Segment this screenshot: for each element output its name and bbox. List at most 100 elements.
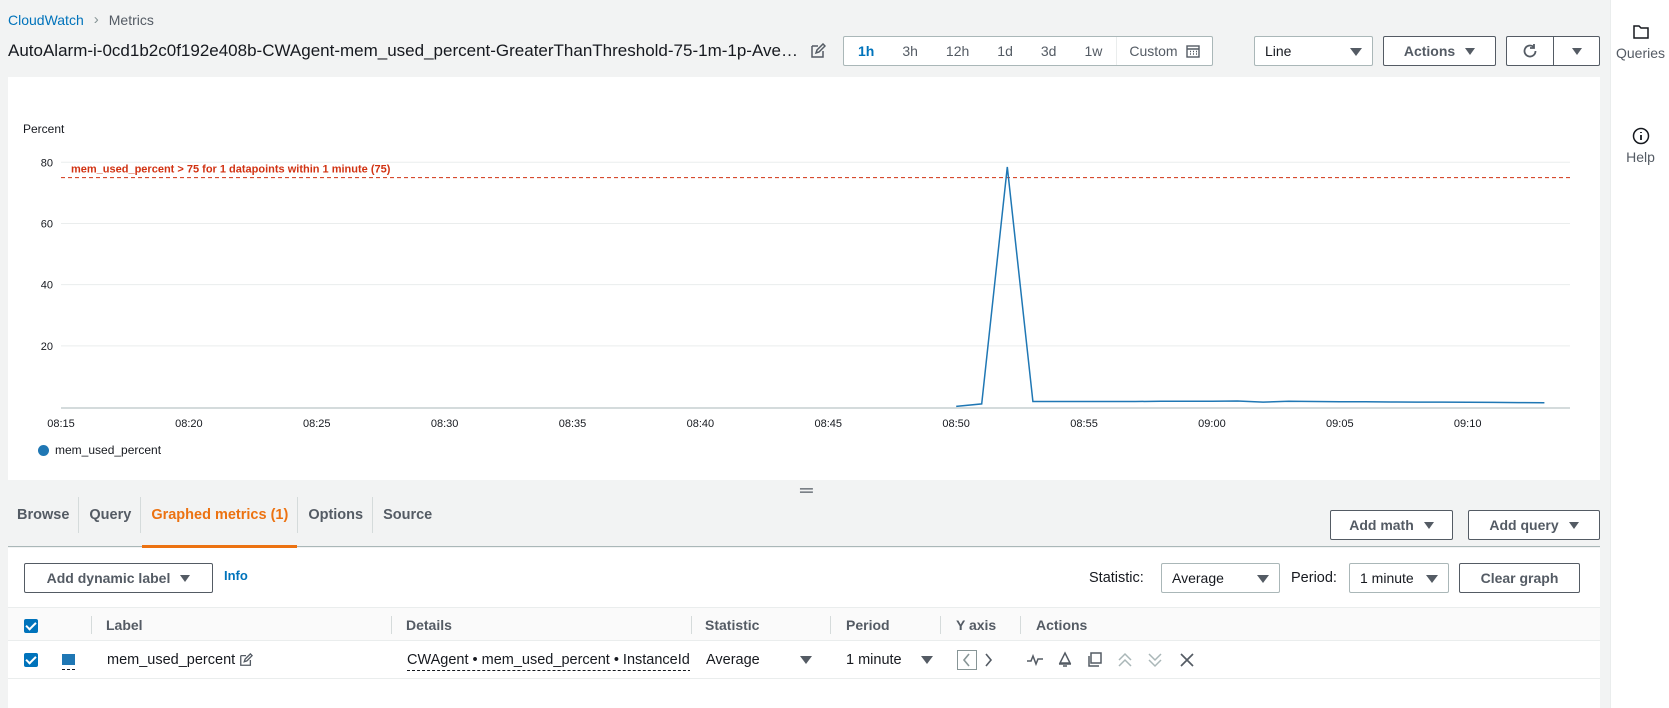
x-tick-label: 08:50: [942, 418, 970, 430]
add-math-label: Add math: [1349, 517, 1414, 533]
statistic-select[interactable]: Average: [1161, 563, 1280, 593]
y-tick-label: 20: [41, 341, 53, 353]
statistic-value: Average: [1172, 570, 1224, 586]
statistic-label: Statistic:: [1089, 570, 1144, 586]
calendar-icon: [1185, 45, 1200, 58]
chevron-down-icon: [1350, 48, 1362, 56]
caret-down-icon: [1571, 48, 1582, 55]
refresh-button[interactable]: [1506, 36, 1554, 66]
time-range-1w[interactable]: 1w: [1070, 37, 1116, 65]
series-color-swatch[interactable]: [62, 654, 75, 665]
caret-down-icon: [1568, 522, 1579, 529]
time-range-12h[interactable]: 12h: [932, 37, 983, 65]
tab-graphed-metrics[interactable]: Graphed metrics (1): [142, 497, 299, 548]
column-header-y-axis[interactable]: Y axis: [956, 608, 996, 642]
period-label: Period:: [1291, 570, 1337, 586]
table-row: mem_used_percent CWAgent • mem_used_perc…: [8, 641, 1600, 679]
table-header: Label Details Statistic Period Y axis Ac…: [8, 607, 1600, 641]
actions-label: Actions: [1403, 43, 1456, 59]
x-tick-label: 08:25: [303, 418, 331, 430]
breadcrumb-separator-icon: ›: [93, 11, 99, 28]
row-label: mem_used_percent: [107, 652, 236, 668]
column-divider: [91, 616, 92, 634]
clear-graph-button[interactable]: Clear graph: [1459, 563, 1580, 593]
tab-source[interactable]: Source: [374, 497, 441, 533]
column-header-statistic[interactable]: Statistic: [705, 608, 759, 642]
column-divider: [391, 616, 392, 634]
edit-label-icon[interactable]: [239, 653, 253, 667]
chart-legend[interactable]: mem_used_percent: [38, 443, 161, 457]
period-select[interactable]: 1 minute: [1349, 563, 1449, 593]
chevron-down-icon[interactable]: [800, 656, 812, 664]
queries-panel-button[interactable]: Queries: [1611, 23, 1669, 61]
y-tick-label: 40: [41, 280, 53, 292]
time-range-selector: 1h 3h 12h 1d 3d 1w Custom: [843, 36, 1213, 66]
time-range-3d[interactable]: 3d: [1027, 37, 1071, 65]
row-details[interactable]: CWAgent • mem_used_percent • InstanceId:…: [407, 641, 690, 679]
alarm-bell-icon[interactable]: [1056, 651, 1074, 669]
time-range-1h[interactable]: 1h: [844, 37, 888, 65]
add-query-button[interactable]: Add query: [1468, 510, 1600, 540]
view-type-value: Line: [1265, 43, 1292, 59]
period-value: 1 minute: [1360, 570, 1414, 586]
row-details-text: CWAgent • mem_used_percent • InstanceId:…: [407, 650, 690, 671]
caret-down-icon: [1465, 48, 1476, 55]
tab-query[interactable]: Query: [80, 497, 142, 533]
y-axis-right-icon[interactable]: [982, 650, 996, 670]
y-tick-label: 60: [41, 218, 53, 230]
x-tick-label: 08:30: [431, 418, 459, 430]
help-panel-button[interactable]: Help: [1611, 127, 1669, 165]
x-tick-label: 08:45: [815, 418, 843, 430]
help-label: Help: [1626, 149, 1655, 165]
y-axis-left-icon[interactable]: [957, 650, 977, 670]
caret-down-icon: [180, 575, 191, 582]
x-tick-label: 08:15: [47, 418, 75, 430]
queries-label: Queries: [1615, 45, 1666, 61]
x-tick-label: 08:35: [559, 418, 587, 430]
column-header-details[interactable]: Details: [406, 608, 452, 642]
page-title: AutoAlarm-i-0cd1b2c0f192e408b-CWAgent-me…: [8, 41, 798, 60]
move-up-icon[interactable]: [1116, 651, 1134, 669]
info-link[interactable]: Info: [224, 568, 248, 583]
chevron-down-icon: [1257, 575, 1269, 583]
time-range-custom[interactable]: Custom: [1116, 37, 1211, 65]
tab-options[interactable]: Options: [299, 497, 374, 533]
right-side-panel: Queries Help: [1610, 0, 1669, 708]
x-tick-label: 08:20: [175, 418, 203, 430]
add-dynamic-label-button[interactable]: Add dynamic label: [24, 563, 213, 593]
row-checkbox[interactable]: [24, 653, 38, 667]
edit-icon[interactable]: [810, 43, 826, 59]
column-divider: [691, 616, 692, 634]
time-range-3h[interactable]: 3h: [888, 37, 932, 65]
custom-label: Custom: [1129, 43, 1178, 59]
column-divider: [940, 616, 941, 634]
add-math-button[interactable]: Add math: [1330, 510, 1453, 540]
threshold-label: mem_used_percent > 75 for 1 datapoints w…: [71, 164, 391, 176]
refresh-icon: [1523, 44, 1537, 58]
move-down-icon[interactable]: [1146, 651, 1164, 669]
select-all-checkbox[interactable]: [24, 619, 38, 633]
breadcrumb-current: Metrics: [108, 11, 154, 28]
actions-button[interactable]: Actions: [1383, 36, 1496, 66]
graph-icon[interactable]: [1026, 651, 1044, 669]
row-period[interactable]: 1 minute: [846, 641, 902, 679]
remove-icon[interactable]: [1178, 651, 1196, 669]
refresh-options-button[interactable]: [1553, 36, 1600, 66]
x-tick-label: 09:10: [1454, 418, 1482, 430]
x-tick-label: 08:55: [1070, 418, 1098, 430]
metric-chart: Percent 20 40 60 80 08:15 08:20 08:25 08:30 08:35…: [23, 122, 1570, 430]
add-query-label: Add query: [1489, 517, 1559, 533]
column-header-label[interactable]: Label: [106, 608, 143, 642]
row-statistic[interactable]: Average: [706, 641, 760, 679]
column-header-actions[interactable]: Actions: [1036, 608, 1087, 642]
legend-swatch: [38, 444, 49, 456]
time-range-1d[interactable]: 1d: [983, 37, 1027, 65]
tab-browse[interactable]: Browse: [8, 497, 80, 533]
breadcrumb-cloudwatch-link[interactable]: CloudWatch: [8, 12, 84, 28]
view-type-select[interactable]: Line: [1254, 36, 1373, 66]
duplicate-icon[interactable]: [1086, 651, 1104, 669]
x-tick-label: 09:05: [1326, 418, 1354, 430]
column-header-period[interactable]: Period: [846, 608, 890, 642]
x-tick-label: 08:40: [687, 418, 715, 430]
chevron-down-icon[interactable]: [921, 656, 933, 664]
